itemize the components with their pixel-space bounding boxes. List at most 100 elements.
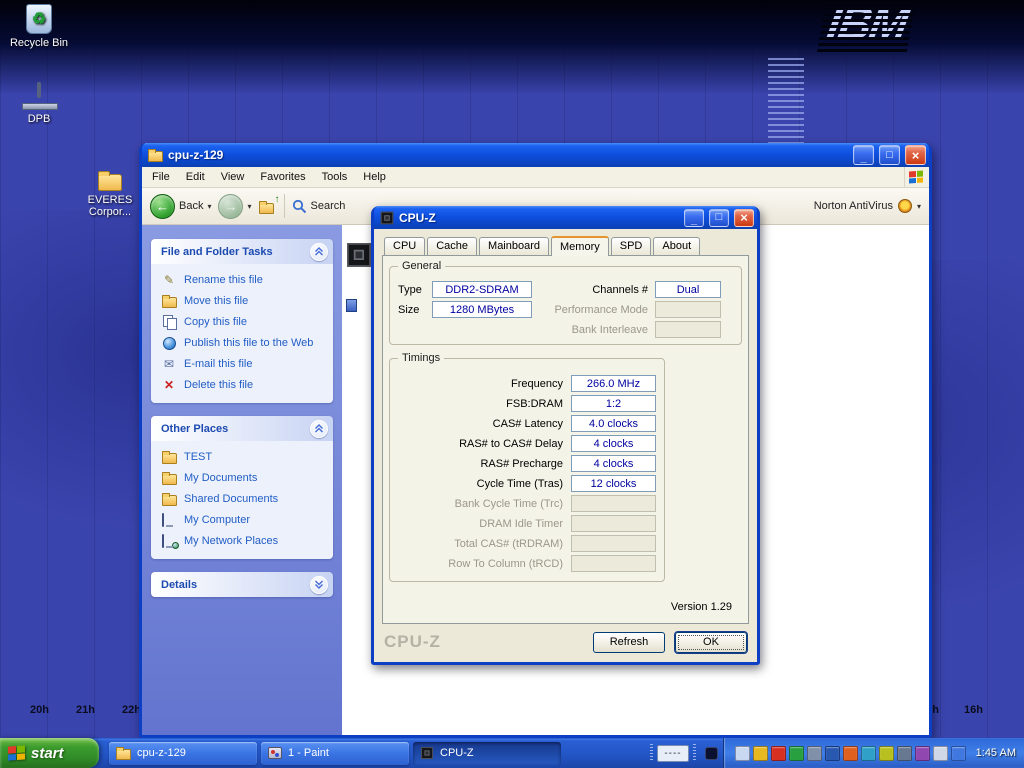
cpuz-app-icon	[381, 211, 394, 224]
collapse-button[interactable]	[310, 243, 328, 261]
up-button[interactable]: ↑	[259, 198, 277, 214]
version-text: Version 1.29	[671, 601, 732, 613]
chevron-down-icon	[313, 579, 325, 590]
start-button[interactable]: start	[0, 738, 99, 768]
place-my-network-places[interactable]: My Network Places	[161, 534, 329, 548]
desktop-icon-everes-folder[interactable]: EVERES Corpor...	[78, 170, 142, 218]
close-button[interactable]: ×	[905, 145, 926, 165]
maximize-button[interactable]: □	[709, 209, 729, 227]
close-button[interactable]: ×	[734, 209, 754, 227]
close-icon: ×	[740, 211, 748, 224]
forward-dropdown-icon[interactable]: ▾	[247, 202, 251, 211]
tab-about[interactable]: About	[653, 237, 700, 255]
explorer-window-title: cpu-z-129	[168, 148, 848, 162]
tray-icon[interactable]	[807, 746, 822, 761]
taskbar-empty-area	[561, 738, 646, 768]
paint-icon	[268, 747, 282, 759]
expand-button[interactable]	[310, 576, 328, 594]
forward-button[interactable]: → ▾	[218, 194, 251, 219]
menu-help[interactable]: Help	[355, 169, 394, 185]
place-my-computer[interactable]: My Computer	[161, 513, 329, 527]
tray-icon[interactable]	[735, 746, 750, 761]
minimize-button[interactable]: _	[853, 145, 874, 165]
maximize-button[interactable]: □	[879, 145, 900, 165]
taskbar-button-cpuz[interactable]: CPU-Z	[413, 742, 561, 765]
refresh-button[interactable]: Refresh	[593, 632, 665, 653]
tray-icon[interactable]	[825, 746, 840, 761]
menu-view[interactable]: View	[213, 169, 253, 185]
tray-icon[interactable]	[753, 746, 768, 761]
norton-antivirus-band[interactable]: Norton AntiVirus ▾	[814, 199, 921, 213]
task-publish-this-file[interactable]: Publish this file to the Web	[161, 336, 329, 350]
cpuz-watermark: CPU-Z	[384, 632, 441, 652]
tray-icon[interactable]	[915, 746, 930, 761]
timing-value-field: 4 clocks	[571, 455, 656, 472]
ok-button[interactable]: OK	[675, 632, 747, 653]
explorer-titlebar[interactable]: cpu-z-129 _ □ ×	[142, 143, 929, 167]
place-my-documents[interactable]: My Documents	[161, 471, 329, 485]
minimize-icon: _	[691, 215, 697, 226]
task-label: Delete this file	[184, 379, 253, 391]
timing-label: FSB:DRAM	[398, 398, 563, 410]
timing-row: Cycle Time (Tras) 12 clocks	[398, 475, 656, 492]
desktop-icon-dpb[interactable]: DPB	[1, 84, 77, 125]
tray-icon[interactable]	[879, 746, 894, 761]
menu-favorites[interactable]: Favorites	[252, 169, 313, 185]
cpuz-titlebar[interactable]: CPU-Z _ □ ×	[374, 206, 757, 229]
task-email-this-file[interactable]: ✉ E-mail this file	[161, 357, 329, 371]
performance-mode-field	[655, 301, 721, 318]
panel-body: ✎ Rename this file Move this file Copy t…	[151, 264, 333, 403]
task-label: Copy this file	[184, 316, 247, 328]
tray-icon[interactable]	[897, 746, 912, 761]
task-move-this-file[interactable]: Move this file	[161, 294, 329, 308]
deskband-button[interactable]: ----	[657, 745, 688, 762]
taskbar-button-cpu-z-129[interactable]: cpu-z-129	[109, 742, 257, 765]
tray-icon[interactable]	[789, 746, 804, 761]
search-button[interactable]: Search	[292, 199, 346, 214]
tab-mainboard[interactable]: Mainboard	[479, 237, 549, 255]
tray-icon[interactable]	[951, 746, 966, 761]
back-button[interactable]: ← Back ▾	[150, 194, 211, 219]
task-rename-this-file[interactable]: ✎ Rename this file	[161, 273, 329, 287]
collapse-button[interactable]	[310, 420, 328, 438]
tab-cache[interactable]: Cache	[427, 237, 477, 255]
tray-app-icon[interactable]	[705, 747, 718, 760]
folder-icon	[98, 174, 122, 191]
task-delete-this-file[interactable]: ✕ Delete this file	[161, 378, 329, 392]
timing-value-field	[571, 535, 656, 552]
task-copy-this-file[interactable]: Copy this file	[161, 315, 329, 329]
timing-value-field: 1:2	[571, 395, 656, 412]
place-shared-documents[interactable]: Shared Documents	[161, 492, 329, 506]
tray-icon[interactable]	[933, 746, 948, 761]
menu-file[interactable]: File	[144, 169, 178, 185]
timing-value-field: 266.0 MHz	[571, 375, 656, 392]
timings-group: Timings Frequency 266.0 MHz FSB:DRAM 1:2…	[389, 358, 665, 582]
menu-tools[interactable]: Tools	[314, 169, 356, 185]
place-test[interactable]: TEST	[161, 450, 329, 464]
tab-memory[interactable]: Memory	[551, 236, 609, 256]
tab-cpu[interactable]: CPU	[384, 237, 425, 255]
timing-value-field: 4 clocks	[571, 435, 656, 452]
taskbar-button-paint[interactable]: 1 - Paint	[261, 742, 409, 765]
minimize-icon: _	[860, 153, 866, 164]
panel-header[interactable]: Details	[151, 572, 333, 597]
minimize-button[interactable]: _	[684, 209, 704, 227]
tray-icon[interactable]	[861, 746, 876, 761]
norton-dropdown-icon[interactable]: ▾	[917, 202, 921, 211]
panel-title: Other Places	[161, 423, 228, 435]
taskbar-clock[interactable]: 1:45 AM	[976, 747, 1016, 759]
cpuz-file-icon[interactable]	[347, 243, 371, 267]
tray-icon[interactable]	[771, 746, 786, 761]
file-icon[interactable]	[346, 299, 357, 312]
tab-spd[interactable]: SPD	[611, 237, 652, 255]
menu-edit[interactable]: Edit	[178, 169, 213, 185]
timing-row: DRAM Idle Timer	[398, 515, 656, 532]
panel-header[interactable]: File and Folder Tasks	[151, 239, 333, 264]
tray-icon[interactable]	[843, 746, 858, 761]
back-dropdown-icon[interactable]: ▾	[207, 202, 211, 211]
toolbar-grip[interactable]	[650, 744, 653, 762]
panel-header[interactable]: Other Places	[151, 416, 333, 441]
desktop-icon-recycle-bin[interactable]: ♻ Recycle Bin	[1, 4, 77, 49]
toolbar-grip[interactable]	[693, 744, 696, 762]
desktop-icon-label: EVERES Corpor...	[78, 194, 142, 218]
